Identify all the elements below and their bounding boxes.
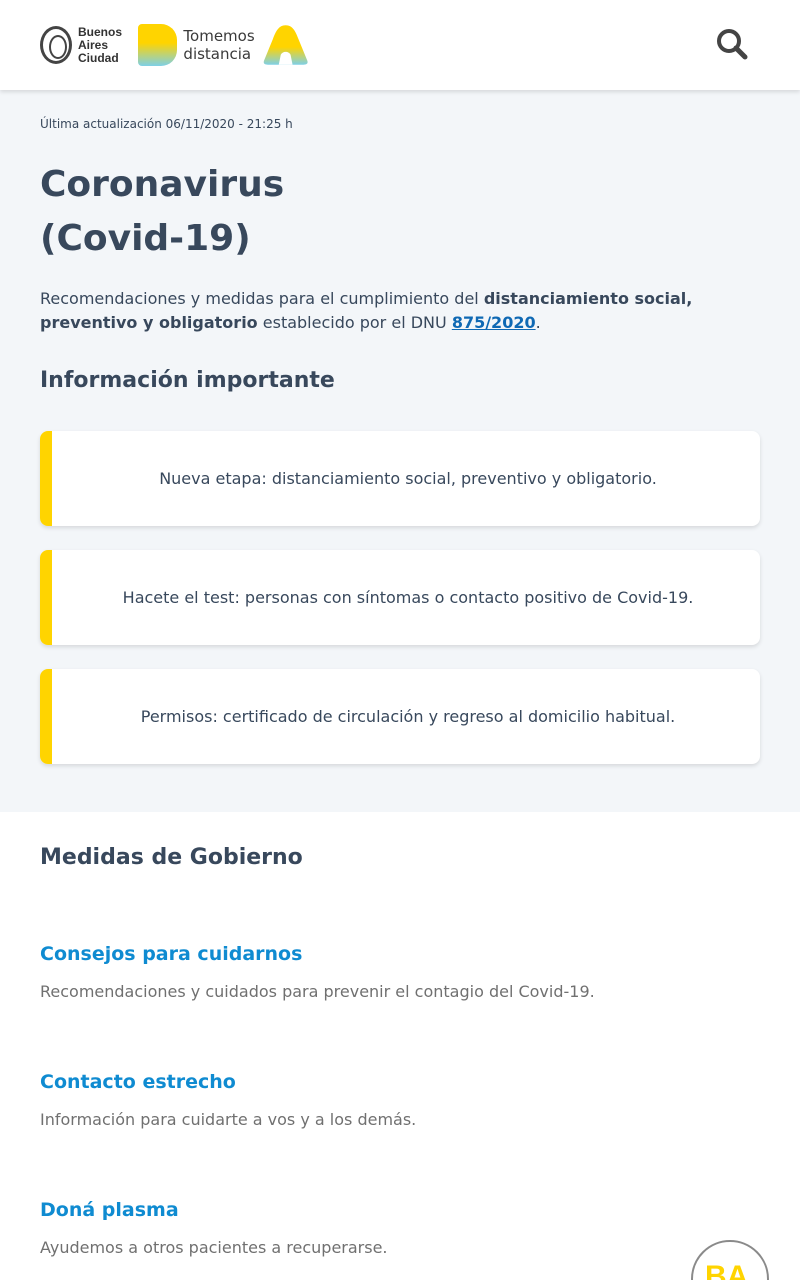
title-line-1: Coronavirus (40, 164, 285, 205)
tomemos-line-1: Tomemos (183, 27, 255, 45)
measure-link-plasma[interactable]: Doná plasma (40, 1199, 179, 1221)
important-heading: Información importante (40, 368, 335, 393)
card-accent-bar (40, 550, 52, 645)
ba-logo-icon: BA (705, 1260, 749, 1280)
a-shape-icon (263, 25, 308, 65)
card-text: Nueva etapa: distanciamiento social, pre… (159, 469, 657, 488)
search-button[interactable] (714, 26, 750, 62)
measure-desc: Recomendaciones y cuidados para prevenir… (40, 982, 595, 1001)
logo-line-3: Ciudad (78, 50, 119, 65)
dnu-link[interactable]: 875/2020 (452, 313, 536, 332)
measure-desc: Ayudemos a otros pacientes a recuperarse… (40, 1238, 388, 1257)
lead-end: . (535, 313, 541, 332)
title-line-2: (Covid-19) (40, 218, 251, 259)
measure-link-consejos[interactable]: Consejos para cuidarnos (40, 943, 302, 965)
city-seal-icon (40, 26, 72, 64)
tomemos-distancia-logo[interactable]: Tomemos distancia (138, 24, 308, 66)
measure-desc: Información para cuidarte a vos y a los … (40, 1110, 417, 1129)
card-text: Hacete el test: personas con síntomas o … (122, 588, 694, 607)
page-title: Coronavirus (Covid-19) (40, 158, 440, 266)
card-text: Permisos: certificado de circulación y r… (140, 707, 676, 726)
measure-link-contacto[interactable]: Contacto estrecho (40, 1071, 236, 1093)
card-accent-bar (40, 431, 52, 526)
buenos-aires-logo[interactable]: Buenos Aires Ciudad (40, 24, 130, 66)
search-icon (717, 29, 748, 60)
card-accent-bar (40, 669, 52, 764)
last-updated: Última actualización 06/11/2020 - 21:25 … (40, 117, 293, 131)
info-card-nueva-etapa[interactable]: Nueva etapa: distanciamiento social, pre… (40, 431, 760, 526)
logo-line-1: Buenos (78, 24, 123, 39)
b-shape-icon (138, 24, 178, 66)
info-card-permisos[interactable]: Permisos: certificado de circulación y r… (40, 669, 760, 764)
lead-text-2: establecido por el DNU (257, 313, 452, 332)
measures-heading: Medidas de Gobierno (40, 845, 303, 870)
lead-paragraph: Recomendaciones y medidas para el cumpli… (40, 287, 760, 335)
info-card-test[interactable]: Hacete el test: personas con síntomas o … (40, 550, 760, 645)
tomemos-line-2: distancia (183, 45, 252, 63)
logo-line-2: Aires (78, 37, 109, 52)
lead-text-1: Recomendaciones y medidas para el cumpli… (40, 289, 484, 308)
site-header: Buenos Aires Ciudad Tomemos distancia (0, 0, 800, 90)
